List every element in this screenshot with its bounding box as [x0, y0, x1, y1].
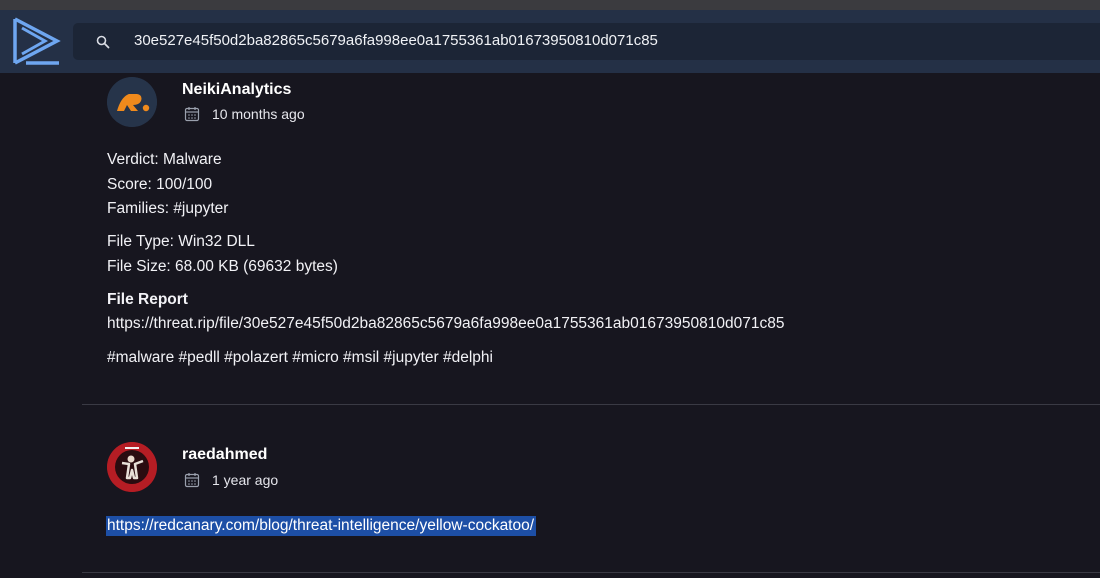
- calendar-icon: [184, 473, 200, 488]
- neiki-logo-icon: [107, 77, 157, 127]
- post-divider: [82, 572, 1100, 573]
- calendar-icon: [184, 107, 200, 122]
- author-name[interactable]: raedahmed: [182, 446, 267, 464]
- post-tags[interactable]: #malware #pedll #polazert #micro #msil #…: [107, 349, 493, 367]
- file-report-link[interactable]: https://threat.rip/file/30e527e45f50d2ba…: [107, 315, 784, 333]
- author-name[interactable]: NeikiAnalytics: [182, 81, 291, 99]
- avatar[interactable]: [107, 77, 157, 127]
- file-size-text: File Size: 68.00 KB (69632 bytes): [107, 258, 338, 275]
- post-date: 1 year ago: [212, 472, 279, 488]
- search-bar[interactable]: 30e527e45f50d2ba82865c5679a6fa998ee0a175…: [73, 23, 1100, 60]
- search-input[interactable]: 30e527e45f50d2ba82865c5679a6fa998ee0a175…: [134, 32, 658, 49]
- families-text: Families: #jupyter: [107, 200, 229, 217]
- avatar[interactable]: [107, 442, 157, 492]
- top-header: 30e527e45f50d2ba82865c5679a6fa998ee0a175…: [0, 10, 1100, 73]
- file-report-heading: File Report: [107, 291, 188, 308]
- post-link[interactable]: https://redcanary.com/blog/threat-intell…: [106, 516, 537, 536]
- file-type-text: File Type: Win32 DLL: [107, 233, 255, 250]
- selected-link-text[interactable]: https://redcanary.com/blog/threat-intell…: [106, 516, 537, 536]
- app-logo-icon[interactable]: [12, 16, 62, 66]
- user-photo-icon: [107, 442, 157, 492]
- search-icon: [96, 35, 110, 49]
- window-top-strip: [0, 0, 1100, 10]
- post-date: 10 months ago: [212, 106, 305, 122]
- verdict-text: Verdict: Malware: [107, 151, 222, 168]
- post-divider: [82, 404, 1100, 405]
- score-text: Score: 100/100: [107, 176, 213, 193]
